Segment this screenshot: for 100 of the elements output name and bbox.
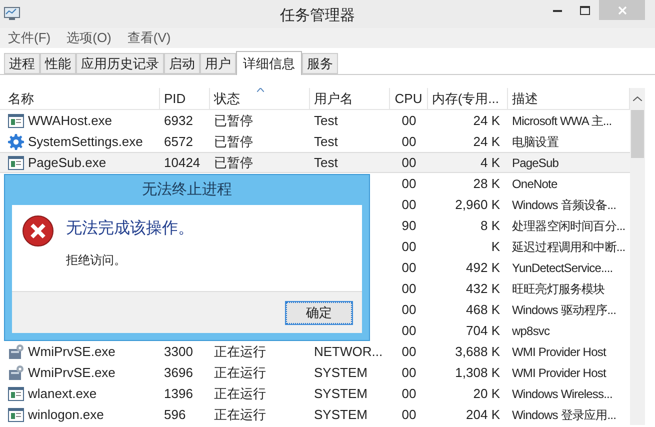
- column-header[interactable]: 内存(专用...: [428, 88, 508, 109]
- memory-cell: 492 K: [466, 260, 500, 275]
- status-cell: 正在运行: [214, 406, 266, 422]
- cpu-cell: 00: [402, 112, 416, 128]
- window-icon: [8, 114, 24, 128]
- status-cell: 已暂停: [214, 154, 253, 170]
- status-cell: 正在运行: [214, 344, 266, 359]
- window-icon: [8, 386, 24, 400]
- memory-cell: 24 K: [473, 134, 500, 149]
- tab[interactable]: 应用历史记录: [76, 53, 164, 74]
- description-cell: Windows 登录应用...: [512, 408, 616, 422]
- memory-cell: K: [491, 238, 500, 254]
- table-row[interactable]: winlogon.exe 596 正在运行 SYSTEM 00 204 K Windows 登录应用...: [0, 404, 630, 425]
- error-icon: [22, 215, 54, 247]
- user-cell: Test: [314, 112, 338, 128]
- memory-cell: 24 K: [473, 112, 500, 128]
- table-row[interactable]: WmiPrvSE.exe 3696 正在运行 SYSTEM 00 1,308 K WMI Provider Host: [0, 362, 630, 383]
- cpu-cell: 00: [402, 364, 416, 380]
- dialog-heading: 无法完成该操作。: [66, 218, 194, 239]
- memory-cell: 8 K: [480, 218, 500, 233]
- menu-item[interactable]: 选项(O): [66, 28, 112, 48]
- process-name: wlanext.exe: [28, 384, 97, 403]
- process-name: WmiPrvSE.exe: [28, 342, 116, 361]
- maximize-icon: [580, 6, 590, 14]
- menu-item[interactable]: 文件(F): [8, 28, 51, 48]
- description-cell: Windows Wireless...: [512, 386, 612, 400]
- table-row[interactable]: SystemSettings.exe 6572 已暂停 Test 00 24 K 电脑设置: [0, 131, 630, 152]
- column-header[interactable]: PID: [160, 88, 210, 109]
- status-cell: 正在运行: [214, 364, 266, 380]
- column-header[interactable]: 名称: [0, 88, 160, 109]
- user-cell: NETWOR...: [314, 344, 383, 359]
- column-header[interactable]: 用户名: [310, 88, 390, 109]
- memory-cell: 3,688 K: [455, 344, 500, 359]
- cpu-cell: 00: [402, 386, 416, 401]
- pid-cell: 3696: [164, 364, 193, 380]
- window-icon: [8, 156, 24, 170]
- table-row[interactable]: PageSub.exe 10424 已暂停 Test 00 4 K PageSub: [0, 152, 630, 173]
- description-cell: WMI Provider Host: [512, 344, 606, 358]
- description-cell: Microsoft WWA 主...: [512, 114, 612, 128]
- cpu-cell: 00: [402, 260, 416, 275]
- pid-cell: 3300: [164, 344, 193, 359]
- user-cell: SYSTEM: [314, 406, 368, 422]
- description-cell: WMI Provider Host: [512, 366, 606, 380]
- cpu-cell: 00: [402, 406, 416, 422]
- tab[interactable]: 服务: [302, 53, 338, 74]
- memory-cell: 204 K: [466, 406, 500, 422]
- tab[interactable]: 启动: [164, 53, 200, 74]
- process-name: WWAHost.exe: [28, 112, 112, 130]
- tab[interactable]: 进程: [4, 53, 40, 74]
- tab[interactable]: 用户: [200, 53, 236, 74]
- service-icon: [8, 344, 24, 360]
- scroll-thumb[interactable]: [631, 110, 644, 158]
- description-cell: Windows 驱动程序...: [512, 302, 616, 316]
- pid-cell: 6932: [164, 112, 193, 128]
- scrollbar[interactable]: [630, 88, 645, 425]
- minimize-icon: [552, 8, 562, 12]
- menu-item[interactable]: 查看(V): [127, 28, 171, 48]
- cpu-cell: 00: [402, 154, 416, 170]
- pid-cell: 10424: [164, 154, 200, 170]
- description-cell: YunDetectService....: [512, 260, 613, 274]
- process-name: SystemSettings.exe: [28, 132, 143, 151]
- memory-cell: 704 K: [466, 322, 500, 338]
- cpu-cell: 00: [402, 302, 416, 317]
- tab[interactable]: 详细信息: [236, 51, 302, 75]
- gear-icon: [8, 134, 24, 150]
- description-cell: OneNote: [512, 176, 558, 190]
- memory-cell: 468 K: [466, 302, 500, 317]
- status-cell: 已暂停: [214, 134, 253, 149]
- user-cell: Test: [314, 134, 338, 149]
- column-header[interactable]: 状态: [210, 88, 310, 109]
- pid-cell: 6572: [164, 134, 193, 149]
- memory-cell: 432 K: [466, 280, 500, 296]
- status-cell: 正在运行: [214, 386, 266, 401]
- service-icon: [8, 364, 24, 380]
- description-cell: 处理器空闲时间百分...: [512, 218, 626, 232]
- table-row[interactable]: WWAHost.exe 6932 已暂停 Test 00 24 K Microsoft WWA 主...: [0, 110, 630, 131]
- close-icon: [618, 6, 626, 14]
- pid-cell: 1396: [164, 386, 193, 401]
- description-cell: Windows 音频设备...: [512, 198, 616, 212]
- ok-button[interactable]: 确定: [286, 302, 352, 324]
- table-row[interactable]: wlanext.exe 1396 正在运行 SYSTEM 00 20 K Windows Wireless...: [0, 383, 630, 404]
- table-row[interactable]: WmiPrvSE.exe 3300 正在运行 NETWOR... 00 3,688 K WMI Provider Host: [0, 341, 630, 362]
- cpu-cell: 00: [402, 280, 416, 296]
- tab[interactable]: 性能: [40, 53, 76, 74]
- user-cell: SYSTEM: [314, 386, 368, 401]
- column-header[interactable]: CPU: [390, 88, 428, 109]
- window-icon: [8, 408, 24, 422]
- user-cell: Test: [314, 154, 338, 170]
- description-cell: 旺旺亮灯服务模块: [512, 282, 605, 296]
- memory-cell: 20 K: [473, 386, 500, 401]
- cpu-cell: 00: [402, 344, 416, 359]
- process-name: WmiPrvSE.exe: [28, 364, 116, 382]
- cpu-cell: 00: [402, 196, 416, 212]
- memory-cell: 2,960 K: [455, 196, 500, 212]
- pid-cell: 596: [164, 406, 186, 422]
- memory-cell: 28 K: [473, 176, 500, 191]
- cpu-cell: 00: [402, 322, 416, 338]
- cpu-cell: 00: [402, 238, 416, 254]
- process-name: PageSub.exe: [28, 154, 106, 172]
- description-cell: PageSub: [512, 156, 559, 170]
